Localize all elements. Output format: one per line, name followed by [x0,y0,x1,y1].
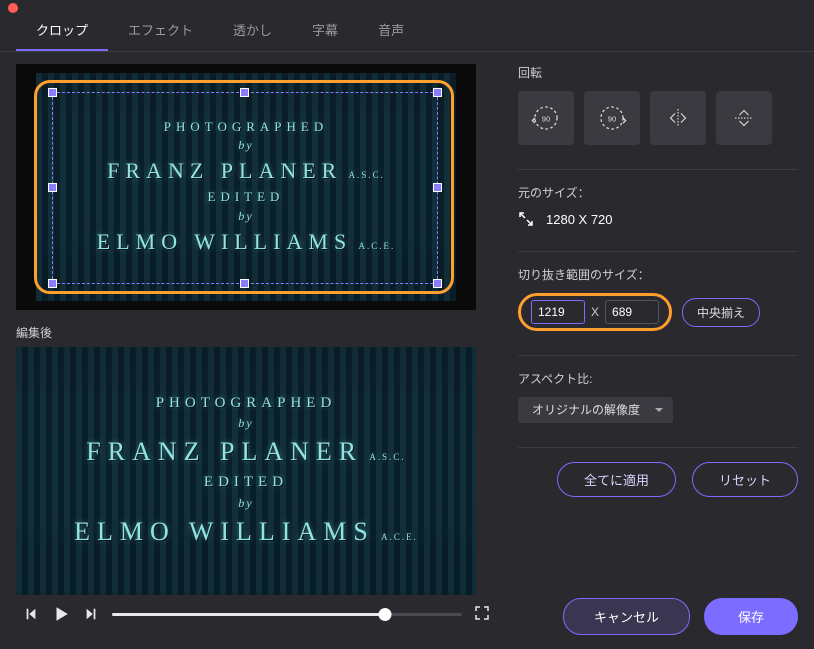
crop-handle-sw[interactable] [48,279,57,288]
preview-original[interactable]: PHOTOGRAPHED by FRANZ PLANER A.S.C. EDIT… [16,64,476,310]
aspect-label: アスペクト比: [518,370,798,387]
tab-crop[interactable]: クロップ [16,10,108,51]
apply-all-button[interactable]: 全てに適用 [557,462,676,497]
crop-handle-n[interactable] [240,88,249,97]
crop-handle-se[interactable] [433,279,442,288]
tab-audio[interactable]: 音声 [358,10,424,51]
crop-handle-w[interactable] [48,183,57,192]
player-bar [16,595,498,623]
crop-size-label: 切り抜き範囲のサイズ： [518,266,798,283]
original-size-label: 元のサイズ： [518,184,798,201]
center-button[interactable]: 中央揃え [682,298,760,327]
svg-text:90: 90 [608,114,617,123]
reset-button[interactable]: リセット [692,462,798,497]
flip-vertical-button[interactable] [716,91,772,145]
save-button[interactable]: 保存 [704,598,798,635]
crop-handle-ne[interactable] [433,88,442,97]
tab-watermark[interactable]: 透かし [213,10,292,51]
fullscreen-button[interactable] [474,605,492,623]
crop-handle-e[interactable] [433,183,442,192]
after-label: 編集後 [16,324,498,341]
tabbar: クロップ エフェクト 透かし 字幕 音声 [0,10,814,52]
tab-subtitle[interactable]: 字幕 [292,10,358,51]
crop-width-input[interactable] [531,300,585,324]
svg-text:90: 90 [542,114,551,123]
play-button[interactable] [52,605,70,623]
cancel-button[interactable]: キャンセル [563,598,690,635]
rotate-title: 回転 [518,64,798,81]
video-frame-after: PHOTOGRAPHED by FRANZ PLANER A.S.C. EDIT… [16,347,476,595]
crop-size-highlight-ring: X [518,293,672,331]
aspect-select[interactable]: オリジナルの解像度 [518,397,673,423]
crop-handle-s[interactable] [240,279,249,288]
flip-horizontal-button[interactable] [650,91,706,145]
crop-region[interactable] [52,92,438,284]
next-frame-button[interactable] [82,605,100,623]
video-credits-after: PHOTOGRAPHED by FRANZ PLANER A.S.C. EDIT… [74,392,418,551]
original-size-row: 1280 X 720 [518,211,798,227]
crop-handle-nw[interactable] [48,88,57,97]
rotate-ccw-button[interactable]: 90 [518,91,574,145]
prev-frame-button[interactable] [22,605,40,623]
seek-fill [112,613,385,616]
seek-thumb[interactable] [379,608,392,621]
rotate-cw-button[interactable]: 90 [584,91,640,145]
expand-icon [518,211,534,227]
original-size-value: 1280 X 720 [546,212,613,227]
x-separator: X [591,305,599,319]
crop-height-input[interactable] [605,300,659,324]
tab-effect[interactable]: エフェクト [108,10,213,51]
seek-bar[interactable] [112,613,462,616]
preview-after: PHOTOGRAPHED by FRANZ PLANER A.S.C. EDIT… [16,347,476,595]
